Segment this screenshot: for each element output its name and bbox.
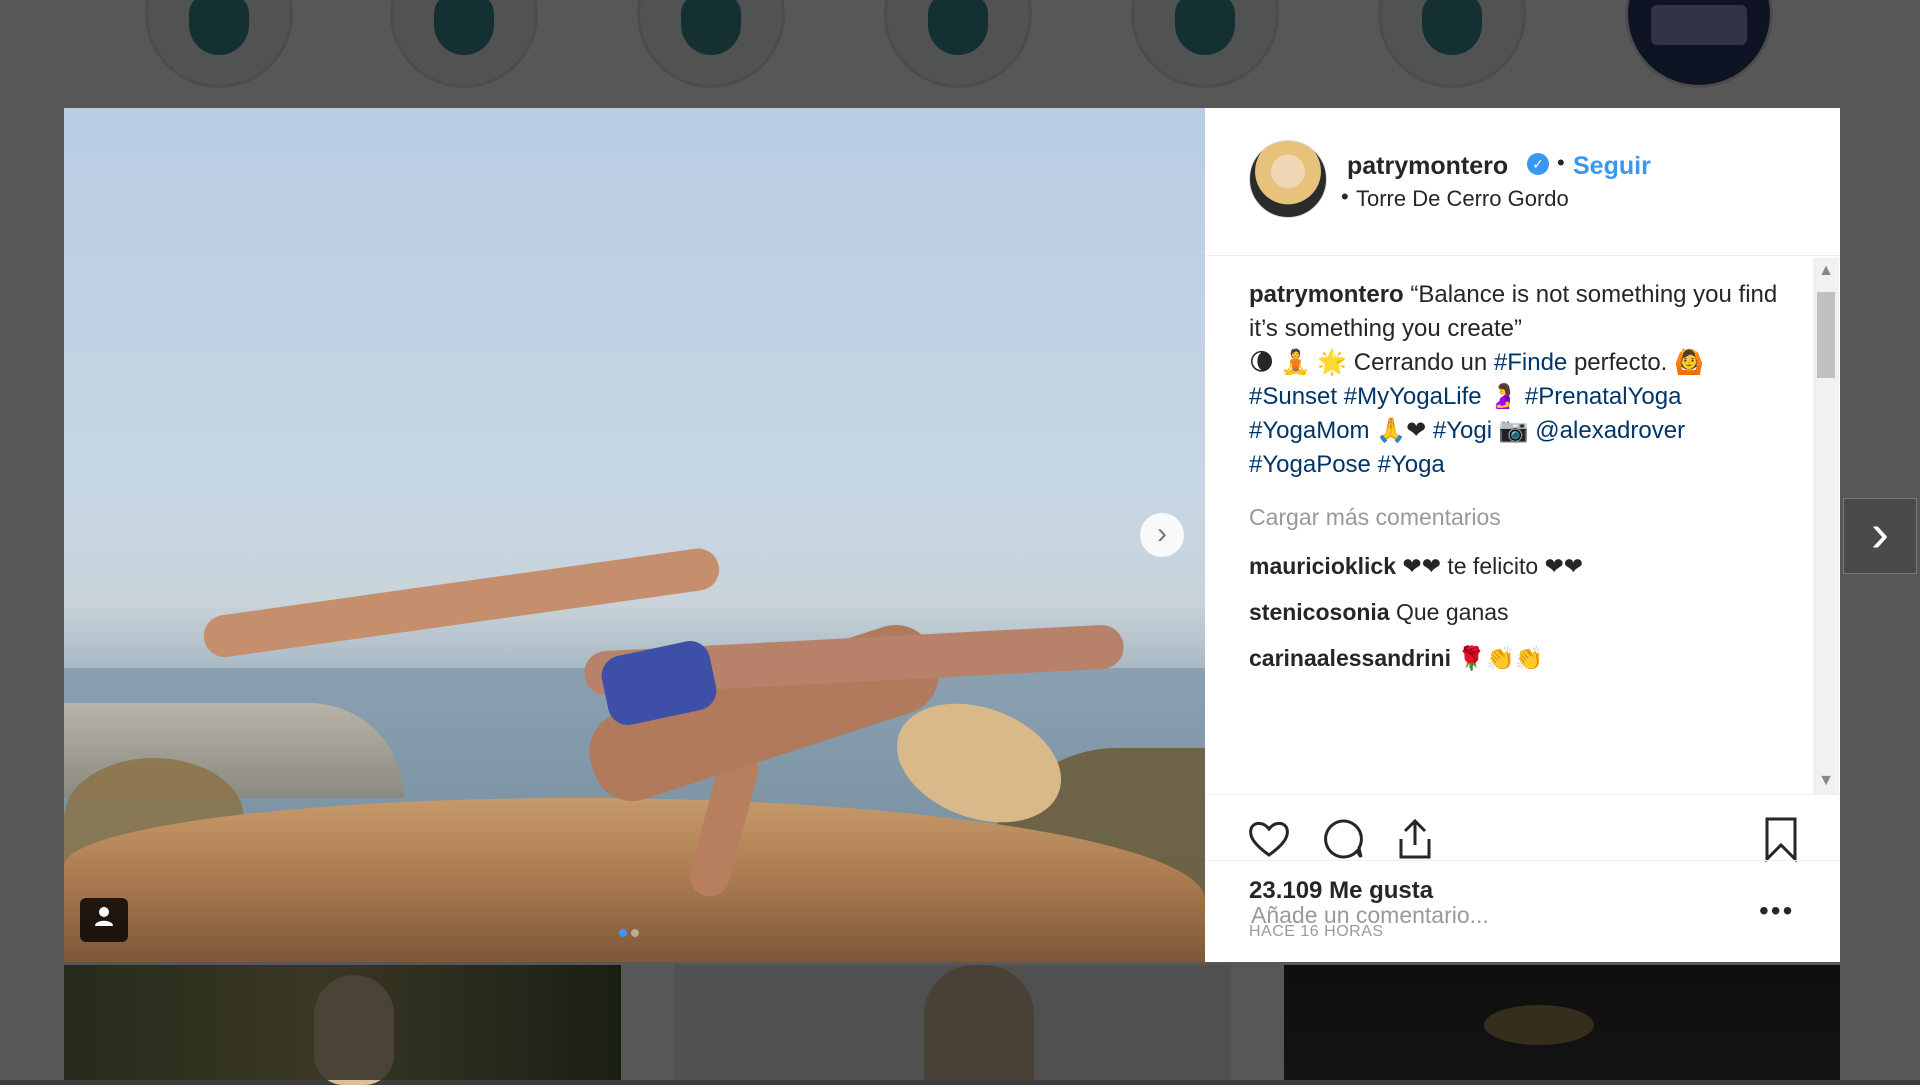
comment-glyph <box>1324 819 1363 859</box>
caption-emoji: 📷 <box>1498 417 1529 444</box>
comment-user[interactable]: mauricioklick <box>1249 553 1396 579</box>
comment-icon[interactable] <box>1319 815 1367 863</box>
heart-glyph <box>1249 821 1289 857</box>
caption-author[interactable]: patrymontero <box>1249 281 1404 308</box>
comment-text: ❤❤ te felicito ❤❤ <box>1402 553 1584 579</box>
post-side-panel: patrymontero ✓ • Seguir • Torre De Cerro… <box>1205 108 1840 962</box>
hashtag-link[interactable]: #Sunset <box>1249 383 1337 410</box>
hashtag-link[interactable]: #YogaMom <box>1249 417 1370 444</box>
caption-emoji: 🙆 <box>1674 349 1704 376</box>
photo-figure-leg <box>201 545 722 660</box>
post-location[interactable]: Torre De Cerro Gordo <box>1356 186 1569 212</box>
hashtag-link[interactable]: #Yoga <box>1378 451 1445 478</box>
more-options-button[interactable]: ••• <box>1759 895 1794 927</box>
mention-link[interactable]: @alexadrover <box>1535 417 1685 444</box>
comments-scrollbar[interactable]: ▲ ▼ <box>1813 258 1839 794</box>
next-post-button[interactable]: › <box>1843 498 1917 574</box>
scrollbar-thumb[interactable] <box>1817 292 1835 378</box>
bookmark-glyph <box>1765 817 1797 863</box>
post-header: patrymontero ✓ • Seguir • Torre De Cerro… <box>1205 108 1840 256</box>
comment-composer: ••• <box>1205 860 1840 963</box>
comment-row: carinaalessandrini 🌹👏👏 <box>1249 645 1543 672</box>
user-tag-icon[interactable] <box>80 898 128 942</box>
comment-row: mauricioklick ❤❤ te felicito ❤❤ <box>1249 553 1583 580</box>
comment-input[interactable] <box>1249 901 1683 930</box>
location-separator: • <box>1341 184 1349 209</box>
follow-button[interactable]: Seguir <box>1573 152 1651 181</box>
caption-emoji: 🙏❤ <box>1376 417 1427 444</box>
comment-row: stenicosonia Que ganas <box>1249 599 1509 626</box>
carousel-dot-active <box>619 929 627 937</box>
comment-text: 🌹👏👏 <box>1457 645 1544 671</box>
post-caption: patrymontero “Balance is not something y… <box>1249 278 1794 482</box>
heart-icon[interactable] <box>1245 815 1293 863</box>
scroll-up-icon[interactable]: ▲ <box>1813 258 1839 284</box>
hashtag-link[interactable]: #Yogi <box>1433 417 1492 444</box>
bookmark-icon[interactable] <box>1757 815 1805 863</box>
user-tag-glyph <box>95 907 113 926</box>
caption-emoji: 🤰 <box>1488 383 1519 410</box>
header-separator: • <box>1557 150 1565 175</box>
post-photo: › <box>64 108 1205 962</box>
comment-text: Que ganas <box>1396 599 1509 625</box>
comment-user[interactable]: stenicosonia <box>1249 599 1390 625</box>
caption-text: perfecto. <box>1573 349 1668 376</box>
carousel-dots <box>619 924 643 942</box>
share-icon[interactable] <box>1391 815 1439 863</box>
load-more-comments-button[interactable]: Cargar más comentarios <box>1249 504 1501 531</box>
chevron-right-icon: › <box>1871 503 1889 563</box>
hashtag-link[interactable]: #PrenatalYoga <box>1525 383 1682 410</box>
hashtag-link[interactable]: #MyYogaLife <box>1344 383 1482 410</box>
caption-emoji: 🌘 🧘 🌟 <box>1249 349 1348 376</box>
scroll-down-icon[interactable]: ▼ <box>1813 768 1839 794</box>
avatar[interactable] <box>1249 140 1327 218</box>
hashtag-link[interactable]: #YogaPose <box>1249 451 1371 478</box>
chevron-right-icon[interactable]: › <box>1140 513 1184 557</box>
comments-area: patrymontero “Balance is not something y… <box>1249 278 1794 793</box>
post-username[interactable]: patrymontero <box>1347 152 1508 181</box>
comment-user[interactable]: carinaalessandrini <box>1249 645 1451 671</box>
carousel-dot <box>631 929 639 937</box>
hashtag-link[interactable]: #Finde <box>1494 349 1567 376</box>
caption-text: Cerrando un <box>1353 349 1488 376</box>
post-modal: › patrymontero ✓ • Seguir • Torre De Cer… <box>64 108 1840 962</box>
share-glyph <box>1399 818 1431 859</box>
verified-icon: ✓ <box>1527 153 1549 175</box>
